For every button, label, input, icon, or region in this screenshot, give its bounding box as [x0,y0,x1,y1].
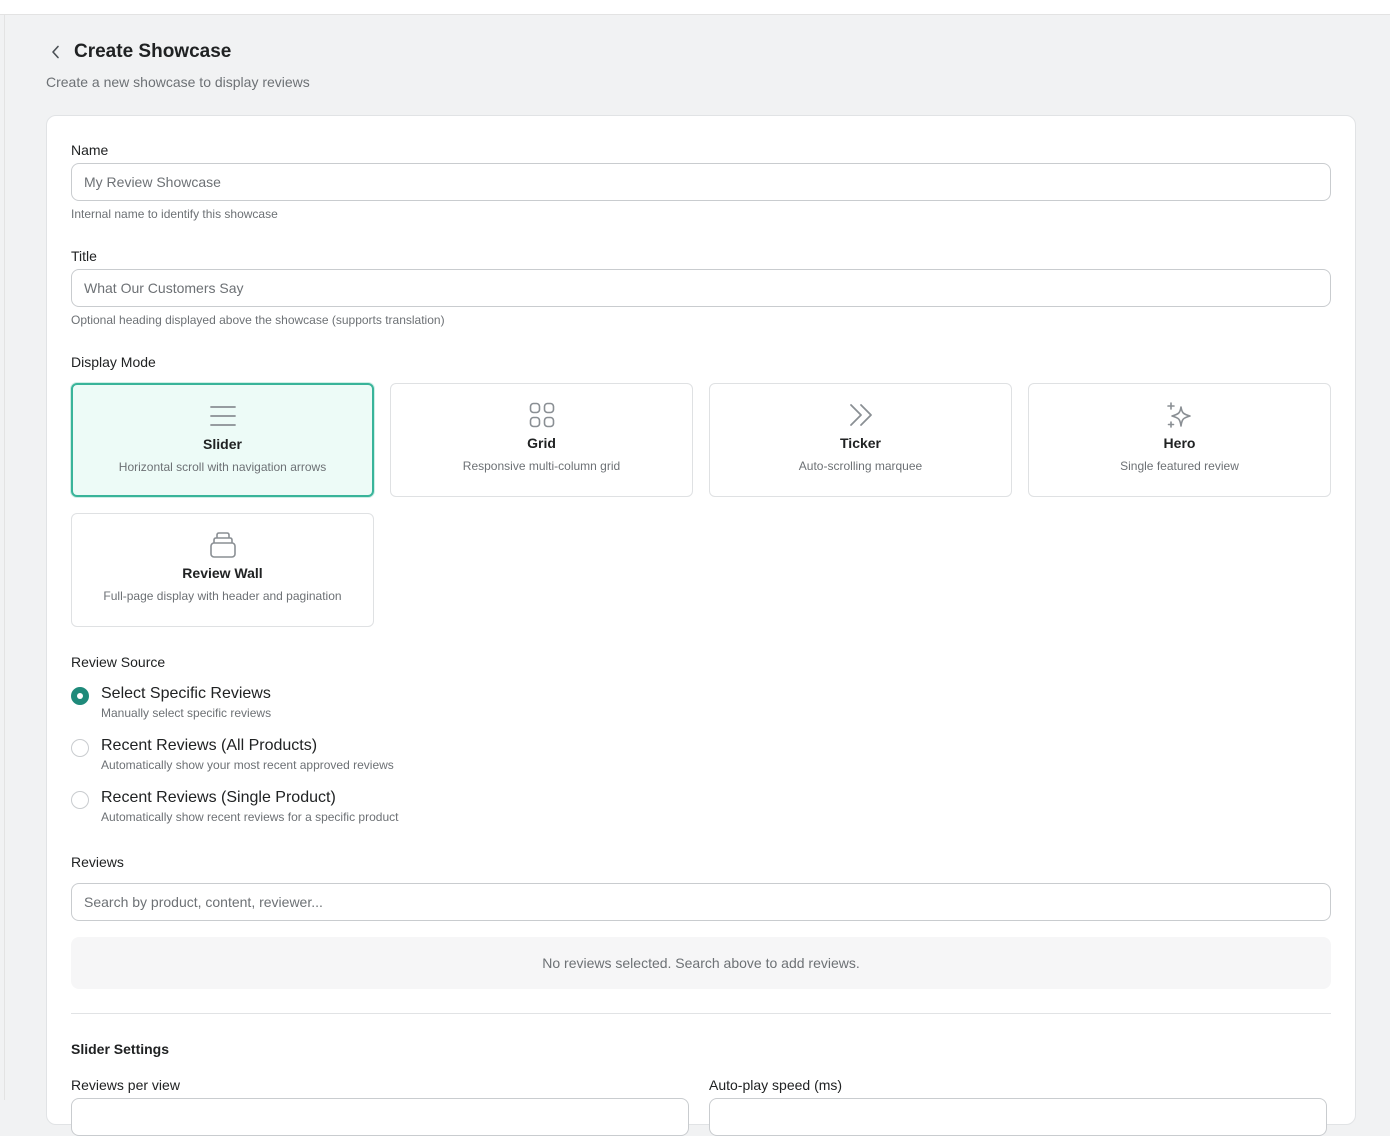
radio-desc: Manually select specific reviews [101,706,272,720]
menu-lines-icon [209,402,237,430]
stack-icon [209,531,237,559]
sparkles-icon [1166,401,1194,429]
review-source-option-specific[interactable]: Select Specific Reviews Manually select … [71,685,271,720]
section-divider [71,1013,1331,1014]
radio-desc: Automatically show your most recent appr… [101,758,394,772]
chevrons-right-icon [847,401,875,429]
review-source-option-all-products[interactable]: Recent Reviews (All Products) Automatica… [71,737,394,772]
radio-checked[interactable] [71,687,89,705]
review-source-label: Review Source [71,654,166,670]
autoplay-speed-input[interactable] [709,1098,1327,1136]
title-placeholder: What Our Customers Say [84,280,244,296]
name-input[interactable]: My Review Showcase [71,163,1331,201]
mode-desc: Horizontal scroll with navigation arrows [118,460,327,474]
display-mode-hero[interactable]: Hero Single featured review [1028,383,1331,497]
display-mode-label: Display Mode [71,354,156,370]
name-placeholder: My Review Showcase [84,174,221,190]
slider-settings-title: Slider Settings [71,1041,170,1057]
grid-icon [528,401,556,429]
page-subtitle: Create a new showcase to display reviews [46,74,310,90]
autoplay-speed-label: Auto-play speed (ms) [709,1077,843,1093]
reviews-per-view-label: Reviews per view [71,1077,180,1093]
radio-title: Recent Reviews (All Products) [101,737,318,754]
sidebar-edge [4,15,5,1100]
title-label: Title [71,248,97,264]
name-help: Internal name to identify this showcase [71,207,278,221]
review-source-option-single-product[interactable]: Recent Reviews (Single Product) Automati… [71,789,398,824]
title-help: Optional heading displayed above the sho… [71,313,445,327]
radio-desc: Automatically show recent reviews for a … [101,810,399,824]
reviews-empty-text: No reviews selected. Search above to add… [542,955,860,971]
reviews-label: Reviews [71,854,124,870]
title-input[interactable]: What Our Customers Say [71,269,1331,307]
reviews-empty-state: No reviews selected. Search above to add… [71,937,1331,989]
mode-desc: Full-page display with header and pagina… [103,589,342,603]
mode-title: Grid [527,435,556,451]
top-bar [0,0,1390,15]
mode-title: Ticker [840,435,881,451]
mode-desc: Responsive multi-column grid [462,459,621,473]
page-title: Create Showcase [74,41,232,62]
mode-desc: Auto-scrolling marquee [798,459,923,473]
radio-title: Select Specific Reviews [101,685,271,702]
mode-desc: Single featured review [1120,459,1239,473]
display-mode-review-wall[interactable]: Review Wall Full-page display with heade… [71,513,374,627]
radio-title: Recent Reviews (Single Product) [101,789,336,806]
back-button[interactable] [46,40,66,64]
page-header: Create Showcase Create a new showcase to… [46,40,310,90]
display-mode-slider[interactable]: Slider Horizontal scroll with navigation… [71,383,374,497]
showcase-form-card: Name My Review Showcase Internal name to… [46,115,1356,1136]
chevron-left-icon [52,45,59,59]
reviews-per-view-input[interactable] [71,1098,689,1136]
reviews-search-input[interactable]: Search by product, content, reviewer... [71,883,1331,921]
reviews-search-placeholder: Search by product, content, reviewer... [84,894,323,910]
name-label: Name [71,142,109,158]
radio-unchecked[interactable] [71,739,89,757]
display-mode-grid[interactable]: Grid Responsive multi-column grid [390,383,693,497]
mode-title: Review Wall [182,565,263,581]
radio-unchecked[interactable] [71,791,89,809]
mode-title: Slider [203,436,242,452]
display-mode-ticker[interactable]: Ticker Auto-scrolling marquee [709,383,1012,497]
mode-title: Hero [1163,435,1196,451]
